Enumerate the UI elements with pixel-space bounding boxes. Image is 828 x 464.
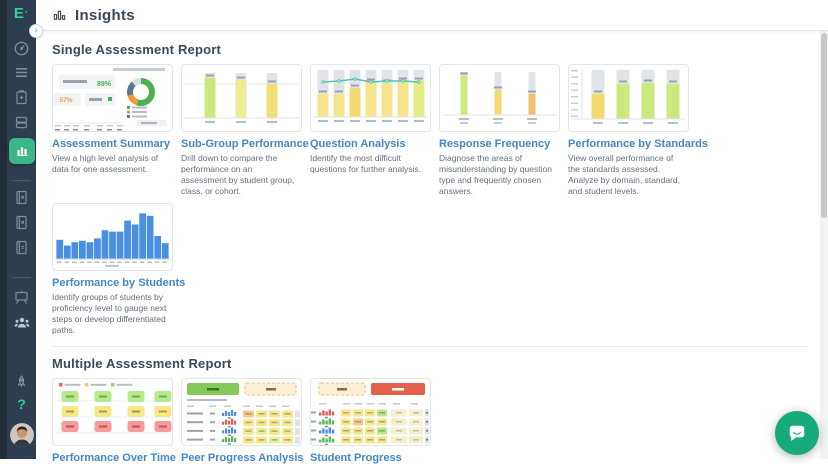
single-report-row-2: Performance by Students Identify groups o… xyxy=(52,203,820,336)
report-card: Student Progress xyxy=(310,378,431,464)
report-link[interactable]: Peer Progress Analysis xyxy=(181,452,304,464)
sidebar: E· ? xyxy=(0,0,36,459)
sidebar-item-notebook-test[interactable] xyxy=(7,189,36,206)
user-avatar xyxy=(9,423,34,447)
menu-lines-icon xyxy=(16,68,27,77)
report-thumbnail[interactable] xyxy=(181,64,302,132)
people-group-icon xyxy=(14,317,29,328)
report-description: Identify the most difficult questions fo… xyxy=(310,153,422,175)
app-logo[interactable]: E· xyxy=(7,5,36,22)
sidebar-divider xyxy=(12,277,31,279)
chat-launcher-button[interactable] xyxy=(775,411,819,455)
report-card: Question Analysis Identify the most diffi… xyxy=(310,64,431,175)
sidebar-item-notebook-item[interactable] xyxy=(7,214,36,231)
report-card: 89% 57% Assessment Summary View a high leve… xyxy=(52,64,173,175)
clipboard-plus-icon xyxy=(16,90,27,105)
insights-header-icon xyxy=(53,10,66,20)
top-header: Insights xyxy=(36,0,828,31)
report-link[interactable]: Response Frequency xyxy=(439,138,560,150)
sidebar-item-gradebook[interactable] xyxy=(7,89,36,106)
notebook-icon xyxy=(16,190,27,205)
report-thumbnail[interactable] xyxy=(52,203,173,272)
report-card: Response Frequency Diagnose the areas of … xyxy=(439,64,560,197)
report-link[interactable]: Performance Over Time xyxy=(52,452,176,464)
report-link[interactable]: Sub-Group Performance xyxy=(181,138,309,150)
svg-text:57%: 57% xyxy=(59,97,72,104)
report-thumbnail[interactable] xyxy=(52,378,173,447)
section-title-single: Single Assessment Report xyxy=(52,42,222,57)
bar-chart-icon xyxy=(16,147,27,156)
sidebar-item-groups[interactable] xyxy=(7,314,36,331)
easel-icon xyxy=(15,290,28,304)
sidebar-item-notebook-list[interactable] xyxy=(7,239,36,256)
report-card: Performance Over Time xyxy=(52,378,176,464)
sidebar-item-help[interactable]: ? xyxy=(7,396,36,412)
report-link[interactable]: Question Analysis xyxy=(310,138,431,150)
report-description: Identify groups of students by proficien… xyxy=(52,292,167,336)
notebook-icon xyxy=(16,215,27,230)
sidebar-item-upgrade[interactable] xyxy=(7,374,36,391)
report-thumbnail[interactable] xyxy=(181,378,302,447)
notebook-icon xyxy=(16,240,27,255)
svg-text:89%: 89% xyxy=(97,81,112,88)
chat-bubble-icon xyxy=(789,425,805,441)
vertical-scrollbar xyxy=(820,31,828,459)
report-card: Performance by Students Identify groups o… xyxy=(52,203,185,336)
report-description: View overall performance of the standard… xyxy=(568,153,680,197)
report-link[interactable]: Performance by Standards xyxy=(568,138,708,150)
report-thumbnail[interactable]: 89% 57% xyxy=(52,64,173,132)
report-description: Diagnose the areas of misunderstanding b… xyxy=(439,153,552,197)
rocket-icon xyxy=(17,375,26,388)
sidebar-collapse-button[interactable]: › xyxy=(29,24,43,38)
logo-dot: · xyxy=(24,7,30,18)
report-thumbnail[interactable] xyxy=(568,64,689,132)
report-link[interactable]: Performance by Students xyxy=(52,277,185,289)
stacked-cards-icon xyxy=(15,116,28,129)
report-link[interactable]: Student Progress xyxy=(310,452,431,464)
report-link[interactable]: Assessment Summary xyxy=(52,138,173,150)
report-card: Performance by Standards View overall per… xyxy=(568,64,708,197)
sidebar-divider xyxy=(12,180,31,182)
report-description: Drill down to compare the performance on… xyxy=(181,153,295,197)
dashboard-icon xyxy=(14,41,29,56)
sidebar-item-item-bank[interactable] xyxy=(7,114,36,131)
section-title-multiple: Multiple Assessment Report xyxy=(52,356,232,372)
report-card: Sub-Group Performance Drill down to compa… xyxy=(181,64,309,197)
active-tile xyxy=(8,138,35,164)
page-title: Insights xyxy=(75,6,135,24)
sidebar-item-assignments[interactable] xyxy=(7,64,36,81)
report-thumbnail[interactable] xyxy=(310,378,431,447)
report-card: Peer Progress Analysis xyxy=(181,378,304,464)
report-description: View a high level analysis of data for o… xyxy=(52,153,159,175)
scrollbar-thumb[interactable] xyxy=(821,33,827,218)
sidebar-item-dashboard[interactable] xyxy=(7,40,36,57)
multiple-report-row: Performance Over Time Peer Progress Analy… xyxy=(52,378,820,464)
avatar-photo xyxy=(9,423,34,447)
sidebar-item-insights-active[interactable] xyxy=(7,138,36,164)
sidebar-edge xyxy=(0,0,7,459)
report-thumbnail[interactable] xyxy=(439,64,560,132)
main-content: Single Assessment Report 89% 57% Assessmen… xyxy=(36,32,820,464)
section-divider xyxy=(52,346,807,348)
sidebar-item-classboard[interactable] xyxy=(7,289,36,306)
report-thumbnail[interactable] xyxy=(310,64,431,132)
sidebar-item-profile[interactable] xyxy=(7,423,36,447)
single-report-row-1: 89% 57% Assessment Summary View a high leve… xyxy=(52,64,820,197)
